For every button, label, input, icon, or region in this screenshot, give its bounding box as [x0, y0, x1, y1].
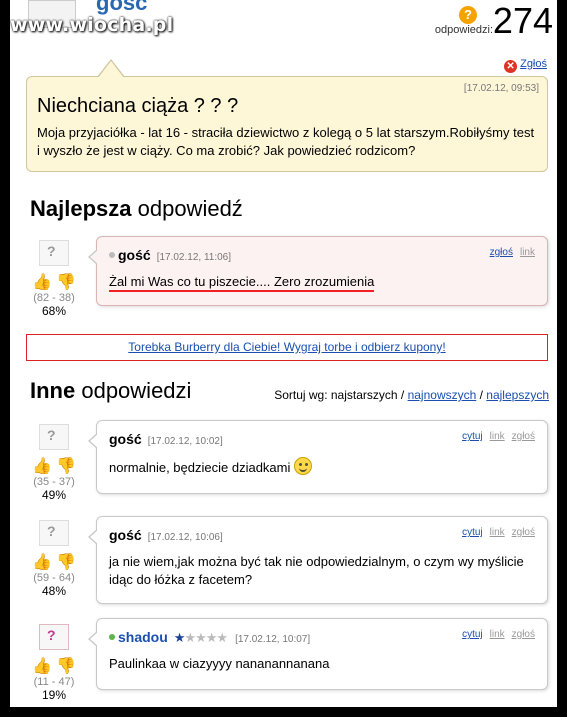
vote-box: ? 👍 👎 (35 - 37) 49% [24, 424, 84, 502]
thumb-down-icon[interactable]: 👎 [56, 274, 76, 291]
ad-banner: Torebka Burberry dla Ciebie! Wygraj torb… [26, 334, 548, 361]
vote-counts: (11 - 47) [33, 676, 75, 688]
question-title: Niechciana ciąża ? ? ? [37, 95, 239, 117]
question-icon: ? [459, 6, 477, 24]
report-link[interactable]: zgłoś [512, 629, 535, 640]
answer-date: [17.02.12, 10:07] [235, 634, 311, 645]
thumb-down-icon[interactable]: 👎 [56, 554, 76, 571]
vote-box: ? 👍 👎 (82 - 38) 68% [24, 240, 84, 318]
report-question[interactable]: ✕ Zgłoś [504, 58, 547, 73]
answer-text: Żal mi Was co tu piszecie.... Zero zrozu… [109, 274, 375, 292]
question-box: [17.02.12, 09:53] Niechciana ciąża ? ? ?… [26, 59, 548, 172]
question-date: [17.02.12, 09:53] [463, 83, 539, 94]
answer-date: [17.02.12, 10:02] [147, 436, 223, 447]
sort-newest[interactable]: najnowszych [408, 388, 477, 402]
quote-link[interactable]: cytuj [462, 431, 483, 442]
answer-date: [17.02.12, 11:06] [156, 252, 232, 263]
vote-percent: 68% [41, 304, 67, 318]
avatar: ? [39, 240, 69, 266]
report-link[interactable]: Zgłoś [520, 58, 547, 70]
answer-date: [17.02.12, 10:06] [147, 532, 223, 543]
answers-label: odpowiedzi: [434, 24, 493, 36]
best-answer: gość [17.02.12, 11:06] zgłoś link Żal mi W… [88, 236, 548, 306]
answer-item: shadou ★★★★★ [17.02.12, 10:07] cytuj link zg… [88, 618, 548, 690]
thumb-up-icon[interactable]: 👍 [32, 658, 52, 675]
avatar: ? [39, 424, 69, 450]
question-body: Moja przyjaciółka - lat 16 - straciła dz… [37, 125, 535, 158]
smiley-icon [294, 457, 313, 475]
vote-box: ? 👍 👎 (59 - 64) 48% [24, 520, 84, 598]
vote-percent: 19% [41, 688, 67, 702]
ad-link[interactable]: Torebka Burberry dla Ciebie! Wygraj torb… [128, 340, 445, 354]
vote-counts: (82 - 38) [33, 292, 75, 304]
quote-link[interactable]: cytuj [462, 629, 483, 640]
answer-author[interactable]: shadou [118, 629, 168, 645]
answer-author[interactable]: gość [109, 431, 142, 447]
other-answers-heading: Inne odpowiedzi [30, 378, 192, 403]
answer-text: Paulinkaa w ciazyyyy nananannanana [109, 656, 330, 671]
report-link[interactable]: zgłoś [512, 527, 535, 538]
answer-item: gość [17.02.12, 10:02] cytuj link zgłoś nor… [88, 420, 548, 494]
permalink[interactable]: link [490, 629, 505, 640]
watermark: www.wiocha.pl [10, 14, 174, 36]
sort-controls: Sortuj wg: najstarszych / najnowszych / … [274, 388, 549, 402]
vote-counts: (59 - 64) [33, 572, 75, 584]
thumb-up-icon[interactable]: 👍 [32, 458, 52, 475]
close-icon: ✕ [504, 60, 518, 73]
answer-author[interactable]: gość [118, 247, 151, 263]
thumb-down-icon[interactable]: 👎 [56, 658, 76, 675]
answers-count: 274 [492, 0, 553, 41]
thumb-down-icon[interactable]: 👎 [56, 458, 76, 475]
vote-box: ? 👍 👎 (11 - 47) 19% [24, 624, 84, 702]
permalink[interactable]: link [520, 247, 535, 258]
answer-item: gość [17.02.12, 10:06] cytuj link zgłoś ja … [88, 516, 548, 604]
quote-link[interactable]: cytuj [462, 527, 483, 538]
answer-text: ja nie wiem,jak można być tak nie odpowi… [109, 554, 524, 587]
thumb-up-icon[interactable]: 👍 [32, 554, 52, 571]
permalink[interactable]: link [490, 431, 505, 442]
avatar: ? [39, 520, 69, 546]
permalink[interactable]: link [490, 527, 505, 538]
rank-stars-icon: ★★★★★ [173, 630, 228, 645]
thumb-up-icon[interactable]: 👍 [32, 274, 52, 291]
sort-best[interactable]: najlepszych [486, 388, 549, 402]
report-link[interactable]: zgłoś [490, 247, 513, 258]
vote-counts: (35 - 37) [33, 476, 75, 488]
avatar: ? [39, 624, 69, 650]
answer-author[interactable]: gość [109, 527, 142, 543]
best-answer-heading: Najlepsza odpowiedź [30, 196, 243, 221]
page: www.wiocha.pl gość ? odpowiedzi: 274 ✕ Zg… [10, 0, 557, 707]
vote-percent: 48% [41, 584, 67, 598]
vote-percent: 49% [41, 488, 67, 502]
answer-text: normalnie, będziecie dziadkami [109, 460, 291, 475]
report-link[interactable]: zgłoś [512, 431, 535, 442]
